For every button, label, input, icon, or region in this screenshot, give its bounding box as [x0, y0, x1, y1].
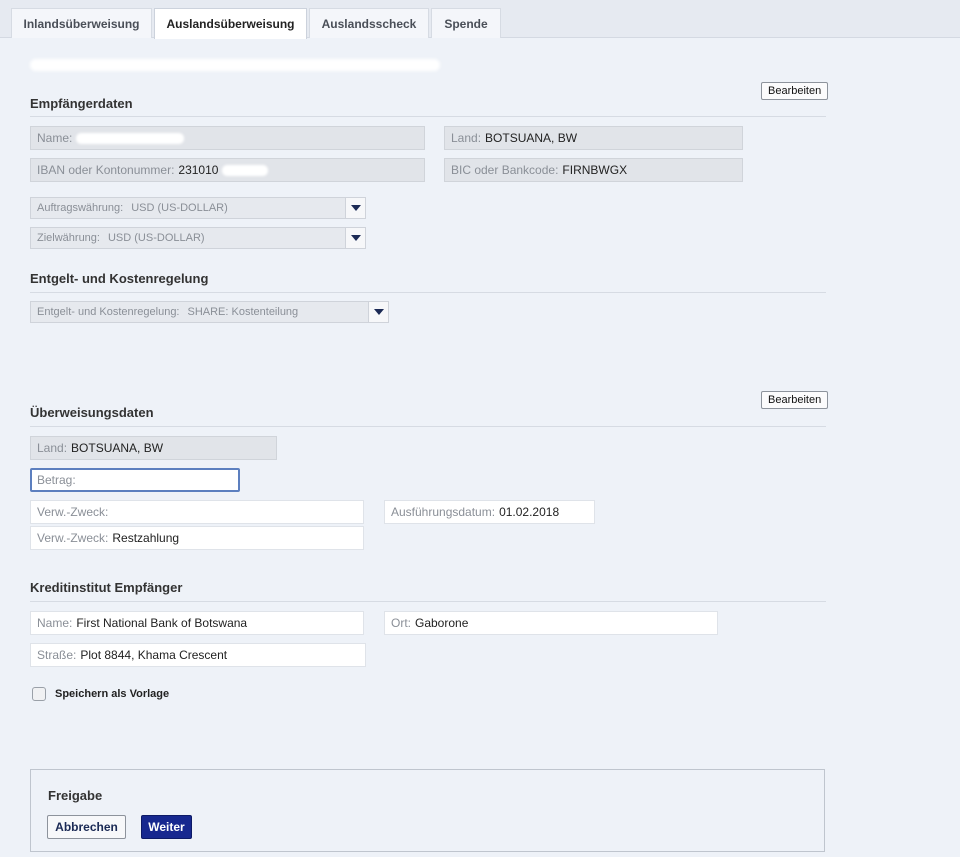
edit-recipient-button[interactable]: Bearbeiten — [761, 82, 829, 100]
divider — [30, 116, 826, 117]
tab-bar: Inlandsüberweisung Auslandsüberweisung A… — [0, 0, 960, 39]
bank-street-label: Straße: — [37, 648, 77, 662]
purpose-2-field[interactable]: Verw.-Zweck: Restzahlung — [30, 526, 364, 550]
purpose-2-label: Verw.-Zweck: — [37, 531, 109, 545]
save-template-checkbox[interactable] — [32, 687, 46, 701]
recipient-bic-field: BIC oder Bankcode: FIRNBWGX — [444, 158, 743, 182]
bank-name-field[interactable]: Name: First National Bank of Botswana — [30, 611, 364, 635]
recipient-country-field: Land: BOTSUANA, BW — [444, 126, 743, 150]
target-currency-value: USD (US-DOLLAR) — [107, 232, 205, 244]
divider — [30, 601, 826, 602]
tab-spende[interactable]: Spende — [431, 8, 501, 38]
divider — [30, 426, 826, 427]
recipient-iban-redacted — [222, 164, 269, 176]
release-title: Freigabe — [48, 788, 103, 803]
tab-auslandsscheck[interactable]: Auslandsscheck — [309, 8, 429, 38]
release-panel: Freigabe Abbrechen Weiter — [30, 769, 825, 852]
transfer-country-value: BOTSUANA, BW — [71, 441, 164, 455]
recipient-iban-field: IBAN oder Kontonummer: 231010 — [30, 158, 425, 182]
recipient-country-label: Land: — [451, 131, 482, 145]
amount-input[interactable]: Betrag: — [30, 468, 240, 492]
transfer-country-field: Land: BOTSUANA, BW — [30, 436, 277, 460]
amount-label: Betrag: — [37, 473, 76, 487]
bank-city-value: Gaborone — [415, 616, 469, 630]
execution-date-field[interactable]: Ausführungsdatum: 01.02.2018 — [384, 500, 595, 524]
recipient-name-field: Name: — [30, 126, 425, 150]
fees-section-title: Entgelt- und Kostenregelung — [30, 271, 209, 286]
chevron-down-icon[interactable] — [345, 228, 365, 248]
recipient-bic-label: BIC oder Bankcode: — [451, 163, 559, 177]
recipient-section-title: Empfängerdaten — [30, 96, 133, 111]
transfer-country-label: Land: — [37, 441, 68, 455]
execution-date-value: 01.02.2018 — [499, 505, 560, 519]
next-button[interactable]: Weiter — [141, 815, 192, 839]
order-currency-value: USD (US-DOLLAR) — [131, 202, 228, 214]
fees-select-value: SHARE: Kostenteilung — [187, 306, 299, 318]
target-currency-select[interactable]: Zielwährung: USD (US-DOLLAR) — [30, 227, 366, 249]
bank-section-title: Kreditinstitut Empfänger — [30, 580, 183, 595]
tab-auslandsueberweisung[interactable]: Auslandsüberweisung — [154, 8, 307, 39]
purpose-1-label: Verw.-Zweck: — [37, 505, 109, 519]
edit-transfer-button[interactable]: Bearbeiten — [761, 391, 829, 409]
bank-name-value: First National Bank of Botswana — [76, 616, 248, 630]
target-currency-label: Zielwährung: — [37, 232, 100, 244]
recipient-iban-value: 231010 — [178, 163, 219, 177]
fees-select-label: Entgelt- und Kostenregelung: — [37, 306, 180, 318]
chevron-down-icon[interactable] — [345, 198, 365, 218]
recipient-bic-value: FIRNBWGX — [562, 163, 628, 177]
tab-inlandsueberweisung[interactable]: Inlandsüberweisung — [11, 8, 152, 38]
fees-select[interactable]: Entgelt- und Kostenregelung: SHARE: Kost… — [30, 301, 389, 323]
bank-city-field[interactable]: Ort: Gaborone — [384, 611, 718, 635]
recipient-iban-label: IBAN oder Kontonummer: — [37, 163, 175, 177]
order-currency-label: Auftragswährung: — [37, 202, 124, 214]
chevron-down-icon[interactable] — [368, 302, 388, 322]
recipient-name-redacted — [76, 132, 185, 144]
recipient-country-value: BOTSUANA, BW — [485, 131, 578, 145]
bank-street-field[interactable]: Straße: Plot 8844, Khama Crescent — [30, 643, 366, 667]
redacted-header — [30, 59, 440, 71]
recipient-name-label: Name: — [37, 131, 73, 145]
purpose-2-value: Restzahlung — [112, 531, 180, 545]
bank-city-label: Ort: — [391, 616, 411, 630]
transfer-section-title: Überweisungsdaten — [30, 405, 154, 420]
cancel-button[interactable]: Abbrechen — [47, 815, 126, 839]
purpose-1-field[interactable]: Verw.-Zweck: — [30, 500, 364, 524]
execution-date-label: Ausführungsdatum: — [391, 505, 496, 519]
bank-street-value: Plot 8844, Khama Crescent — [80, 648, 228, 662]
save-template-label[interactable]: Speichern als Vorlage — [55, 688, 169, 700]
order-currency-select[interactable]: Auftragswährung: USD (US-DOLLAR) — [30, 197, 366, 219]
divider — [30, 292, 826, 293]
bank-name-label: Name: — [37, 616, 73, 630]
